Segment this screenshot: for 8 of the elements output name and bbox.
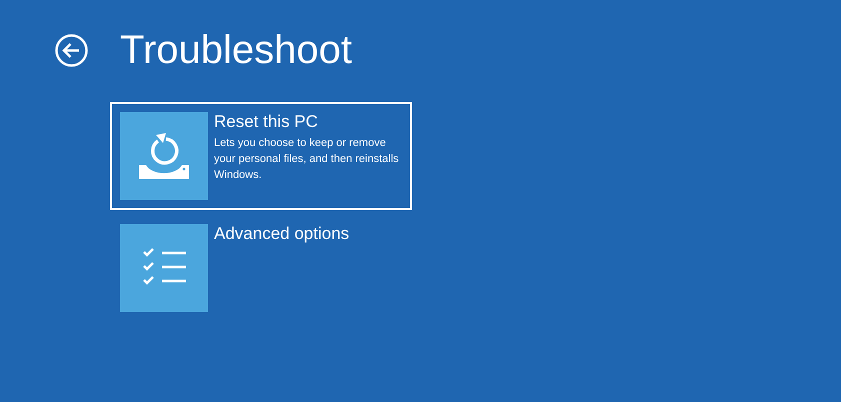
option-item[interactable]: Advanced options xyxy=(110,214,412,322)
back-button[interactable] xyxy=(55,34,88,66)
option-item[interactable]: Reset this PC Lets you choose to keep or remove your personal files, and then reinstalls Windows. xyxy=(110,102,412,210)
option-description: Lets you choose to keep or remove your personal files, and then reinstalls Windows. xyxy=(214,136,400,183)
reset-icon xyxy=(139,133,189,179)
option-title: Advanced options xyxy=(214,224,350,244)
page-title: Troubleshoot xyxy=(120,27,352,74)
option-title: Reset this PC xyxy=(214,112,319,132)
